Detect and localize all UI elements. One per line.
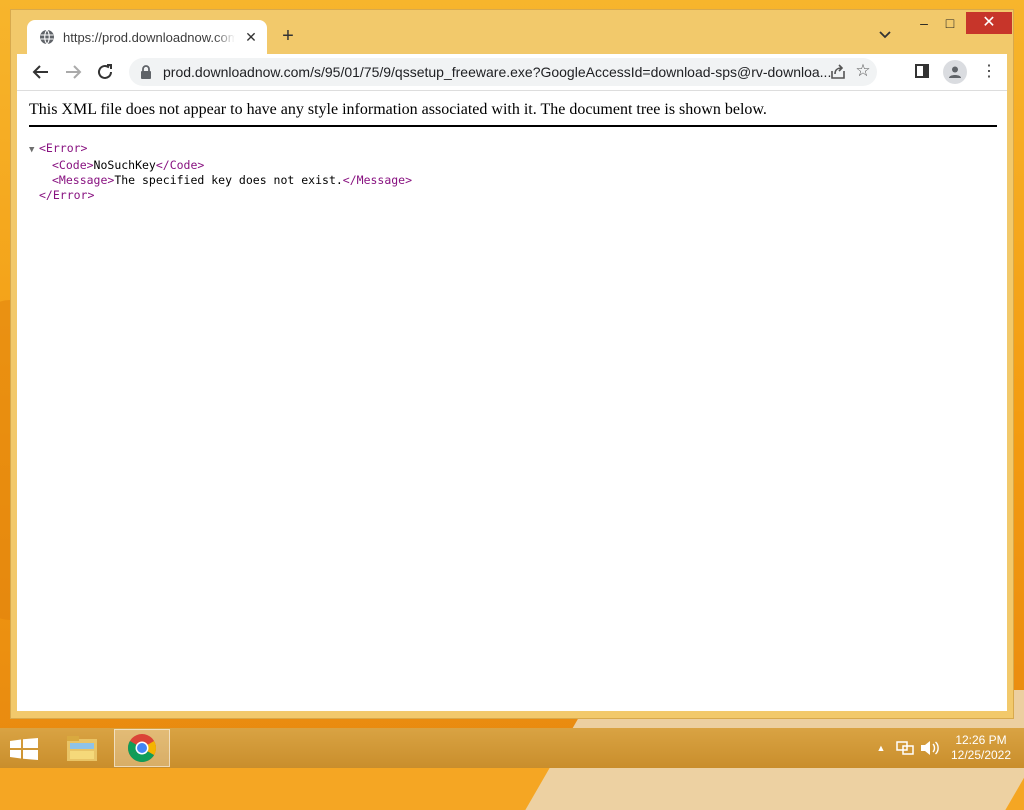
xml-message-close-tag: </Message>	[342, 173, 413, 187]
taskbar: ▲ 12:26 PM 12/25/2022	[0, 728, 1024, 768]
file-explorer-icon	[67, 736, 97, 761]
xml-message-line: <Message>The specified key does not exis…	[29, 173, 412, 188]
xml-code-open-tag: <Code>	[52, 158, 94, 172]
back-button[interactable]	[29, 60, 53, 84]
url-text[interactable]: prod.downloadnow.com/s/95/01/75/9/qssetu…	[163, 64, 835, 80]
share-icon[interactable]	[829, 63, 847, 81]
tab-close-button[interactable]: ✕	[243, 29, 259, 45]
minimize-button[interactable]: –	[911, 12, 937, 34]
browser-window: https://prod.downloadnow.com/s/95/01/75/…	[10, 9, 1014, 719]
browser-menu-button[interactable]: ⋮	[981, 62, 997, 82]
xml-message-value: The specified key does not exist.	[114, 173, 343, 187]
xml-error-open-tag: <Error>	[39, 141, 88, 155]
reload-button[interactable]	[93, 60, 117, 84]
profile-avatar[interactable]	[943, 60, 967, 84]
xml-tree: ▼ <Error> <Code>NoSuchKey</Code> <Message…	[29, 141, 412, 203]
page-content: This XML file does not appear to have an…	[17, 90, 1007, 711]
taskbar-file-explorer[interactable]	[54, 729, 110, 767]
clock-date: 12/25/2022	[950, 748, 1012, 762]
tab-search-button[interactable]	[875, 28, 895, 44]
person-icon	[949, 66, 961, 78]
chrome-icon	[128, 734, 156, 762]
xml-error-close-line: </Error>	[29, 188, 412, 203]
side-panel-button[interactable]	[915, 64, 929, 78]
show-hidden-icons-button[interactable]: ▲	[874, 728, 888, 768]
browser-toolbar: prod.downloadnow.com/s/95/01/75/9/qssetu…	[17, 54, 1007, 90]
new-tab-button[interactable]: +	[277, 26, 299, 48]
start-button[interactable]	[10, 738, 38, 760]
arrow-right-icon	[66, 65, 82, 79]
maximize-button[interactable]: □	[937, 12, 963, 34]
xml-error-close-tag: </Error>	[39, 188, 95, 202]
bookmark-star-icon[interactable]: ☆	[853, 61, 873, 81]
collapse-toggle-icon[interactable]: ▼	[29, 143, 39, 158]
xml-message-open-tag: <Message>	[52, 173, 115, 187]
windows-logo-icon	[10, 738, 38, 760]
address-bar[interactable]: prod.downloadnow.com/s/95/01/75/9/qssetu…	[129, 58, 877, 86]
xml-code-line: <Code>NoSuchKey</Code>	[29, 158, 412, 173]
arrow-left-icon	[32, 65, 48, 79]
lock-icon[interactable]	[139, 65, 153, 79]
xml-style-notice: This XML file does not appear to have an…	[29, 101, 997, 127]
xml-code-value: NoSuchKey	[93, 158, 156, 172]
system-clock[interactable]: 12:26 PM 12/25/2022	[946, 733, 1016, 763]
globe-icon	[39, 29, 55, 45]
close-window-button[interactable]: ✕	[966, 12, 1012, 34]
title-bar[interactable]: https://prod.downloadnow.com/s/95/01/75/…	[11, 10, 1013, 54]
xml-error-open-line: ▼ <Error>	[29, 141, 412, 158]
network-icon[interactable]	[896, 728, 914, 768]
forward-button[interactable]	[61, 60, 85, 84]
xml-code-close-tag: </Code>	[155, 158, 205, 172]
browser-tab[interactable]: https://prod.downloadnow.com/s/95/01/75/…	[27, 20, 267, 54]
reload-icon	[98, 64, 112, 79]
tab-title: https://prod.downloadnow.com/s/95/01/75/…	[63, 29, 235, 45]
taskbar-chrome[interactable]	[114, 729, 170, 767]
clock-time: 12:26 PM	[955, 733, 1007, 747]
volume-icon[interactable]	[920, 728, 940, 768]
